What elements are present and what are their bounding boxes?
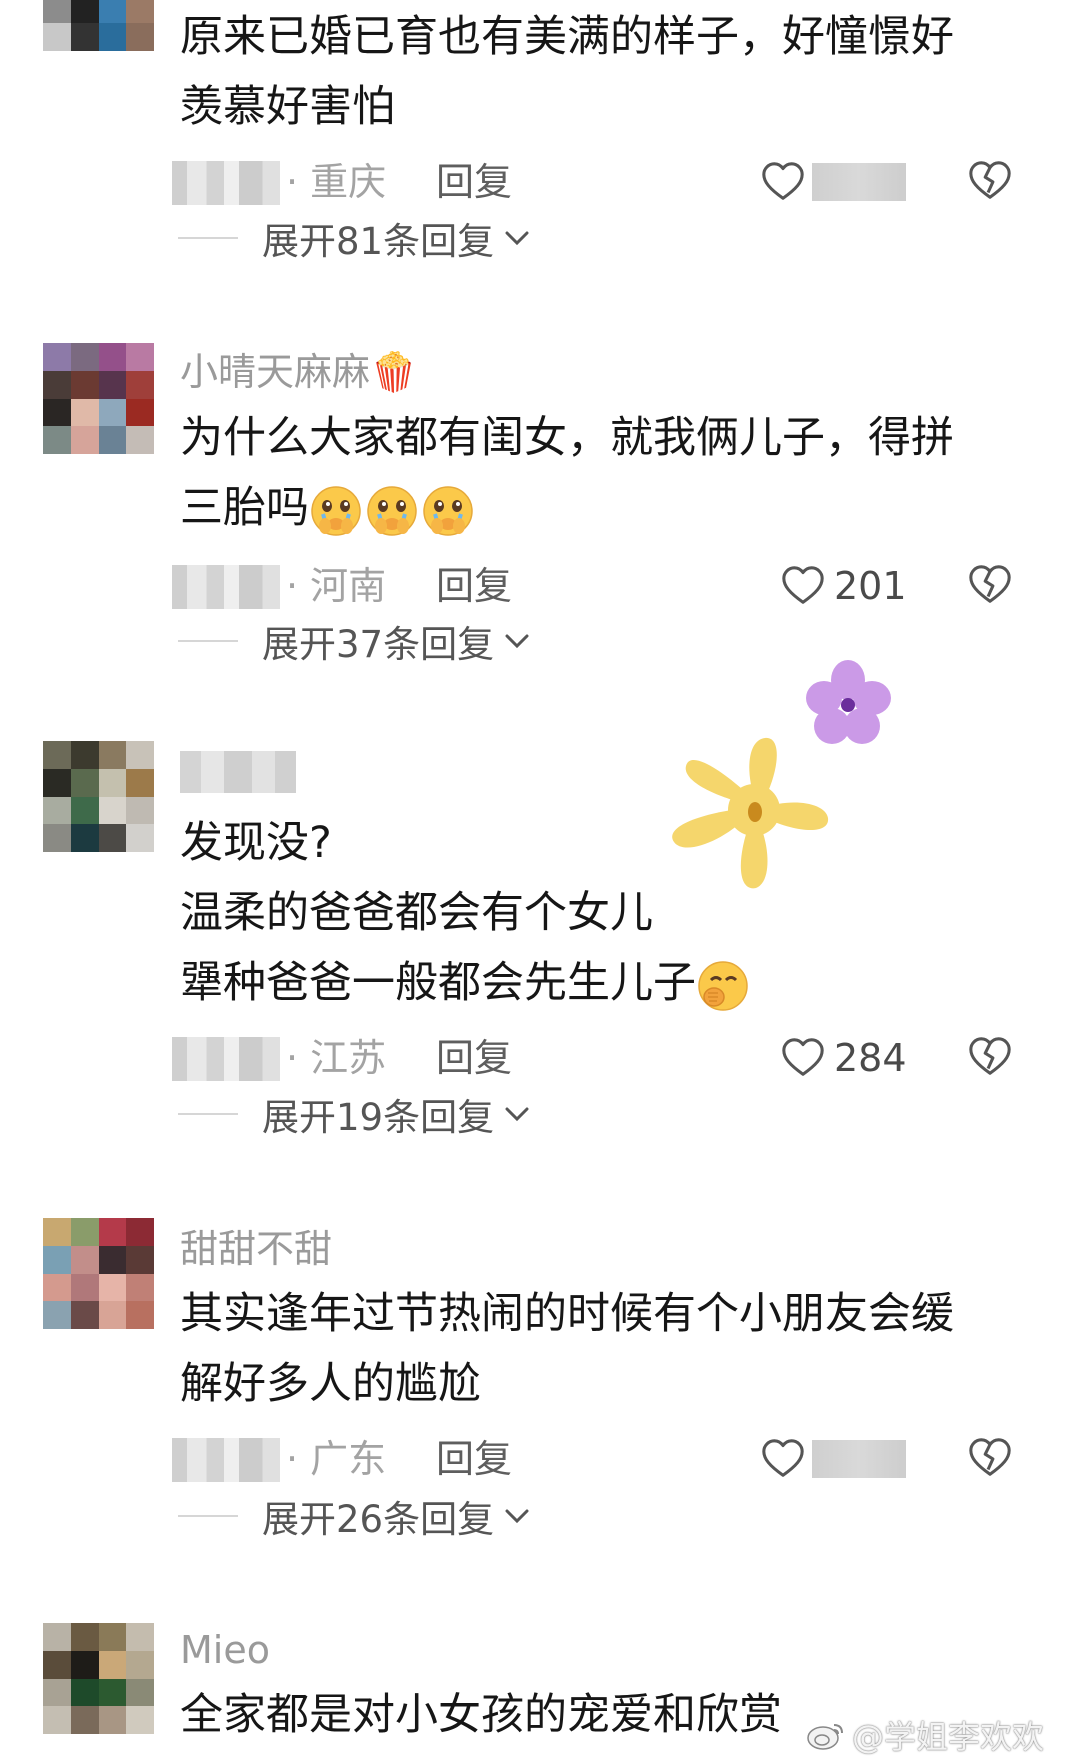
divider: [178, 1113, 238, 1115]
heart-outline-icon: [782, 566, 824, 604]
blurred-date: [172, 1037, 280, 1081]
like-button[interactable]: 284: [780, 1032, 907, 1084]
comment-line: 解好多人的尴尬: [180, 1359, 481, 1409]
username[interactable]: 甜甜不甜: [180, 1227, 332, 1271]
comment-line: 温柔的爸爸都会有个女儿: [180, 888, 653, 938]
blurred-date: [172, 565, 280, 609]
weibo-watermark: @学姐李欢欢: [806, 1712, 1044, 1758]
divider: [178, 1515, 238, 1517]
blurred-username[interactable]: [180, 751, 296, 793]
broken-heart-icon[interactable]: [967, 158, 1013, 204]
divider: [178, 237, 238, 239]
avatar[interactable]: [43, 0, 154, 51]
expand-label: 展开19条回复: [262, 1096, 495, 1139]
blurred-like-count: [812, 1440, 906, 1478]
face-with-hand-over-mouth-emoji: [698, 960, 748, 1011]
reply-button[interactable]: 回复: [436, 158, 512, 206]
comment-meta: · 河南 回复 201: [172, 560, 1072, 612]
expand-label: 展开26条回复: [262, 1498, 495, 1541]
username[interactable]: 小晴天麻麻🍿: [180, 350, 417, 394]
expand-replies-button[interactable]: 展开26条回复: [178, 1491, 532, 1541]
watermark-text: @学姐李欢欢: [851, 1718, 1044, 1756]
chevron-down-icon: [505, 1509, 529, 1524]
location: · 江苏: [286, 1036, 387, 1080]
blurred-like-count: [812, 163, 906, 201]
chevron-down-icon: [505, 231, 529, 246]
expand-replies-button[interactable]: 展开19条回复: [178, 1089, 532, 1139]
crying-face-emoji: [423, 485, 473, 536]
comment-line: 羡慕好害怕: [180, 82, 395, 132]
comment-line: 发现没?: [180, 818, 332, 868]
comment-line-with-emoji: 三胎吗: [180, 473, 1000, 543]
expand-label: 展开37条回复: [262, 623, 495, 666]
comment-line: 三胎吗: [180, 483, 309, 533]
comment-line: 犟种爸爸一般都会先生儿子: [180, 958, 696, 1008]
expand-replies-button[interactable]: 展开37条回复: [178, 616, 532, 666]
like-button[interactable]: [760, 156, 906, 208]
username[interactable]: Mieo: [180, 1628, 270, 1672]
avatar[interactable]: [43, 343, 154, 454]
expand-replies-button[interactable]: 展开81条回复: [178, 213, 532, 263]
location: · 重庆: [286, 160, 387, 204]
avatar[interactable]: [43, 741, 154, 852]
heart-outline-icon: [762, 162, 804, 200]
expand-label: 展开81条回复: [262, 220, 495, 263]
chevron-down-icon: [505, 634, 529, 649]
avatar[interactable]: [43, 1623, 154, 1734]
reply-button[interactable]: 回复: [436, 1034, 512, 1082]
broken-heart-icon[interactable]: [967, 1034, 1013, 1080]
heart-outline-icon: [762, 1439, 804, 1477]
comment-text: 发现没? 温柔的爸爸都会有个女儿 犟种爸爸一般都会先生儿子: [180, 808, 1000, 1018]
divider: [178, 640, 238, 642]
blurred-date: [172, 161, 280, 205]
heart-outline-icon: [782, 1038, 824, 1076]
blurred-date: [172, 1438, 280, 1482]
like-button[interactable]: 201: [780, 560, 907, 612]
comment-meta: · 重庆 回复: [172, 156, 1072, 208]
broken-heart-icon[interactable]: [967, 562, 1013, 608]
weibo-logo-icon: [807, 1724, 843, 1750]
comment-text: 为什么大家都有闺女，就我俩儿子，得拼 三胎吗: [180, 403, 1000, 543]
reply-button[interactable]: 回复: [436, 1435, 512, 1483]
crying-face-emoji: [367, 485, 417, 536]
comment-meta: · 江苏 回复 284: [172, 1032, 1072, 1084]
reply-button[interactable]: 回复: [436, 562, 512, 610]
crying-face-emoji: [311, 485, 361, 536]
comment-line: 为什么大家都有闺女，就我俩儿子，得拼: [180, 413, 954, 463]
comment-meta: · 广东 回复: [172, 1433, 1072, 1485]
broken-heart-icon[interactable]: [967, 1435, 1013, 1481]
like-count: 284: [834, 1036, 907, 1080]
like-button[interactable]: [760, 1433, 906, 1485]
avatar[interactable]: [43, 1218, 154, 1329]
chevron-down-icon: [505, 1107, 529, 1122]
comment-line: 原来已婚已育也有美满的样子，好憧憬好: [180, 12, 954, 62]
location: · 广东: [286, 1437, 387, 1481]
comment-line: 其实逢年过节热闹的时候有个小朋友会缓: [180, 1289, 954, 1339]
comment-line-with-emoji: 犟种爸爸一般都会先生儿子: [180, 948, 1000, 1018]
location: · 河南: [286, 564, 387, 608]
comment-text: 其实逢年过节热闹的时候有个小朋友会缓 解好多人的尴尬: [180, 1279, 1000, 1419]
comment-text: 原来已婚已育也有美满的样子，好憧憬好 羡慕好害怕: [180, 2, 1000, 142]
like-count: 201: [834, 564, 907, 608]
